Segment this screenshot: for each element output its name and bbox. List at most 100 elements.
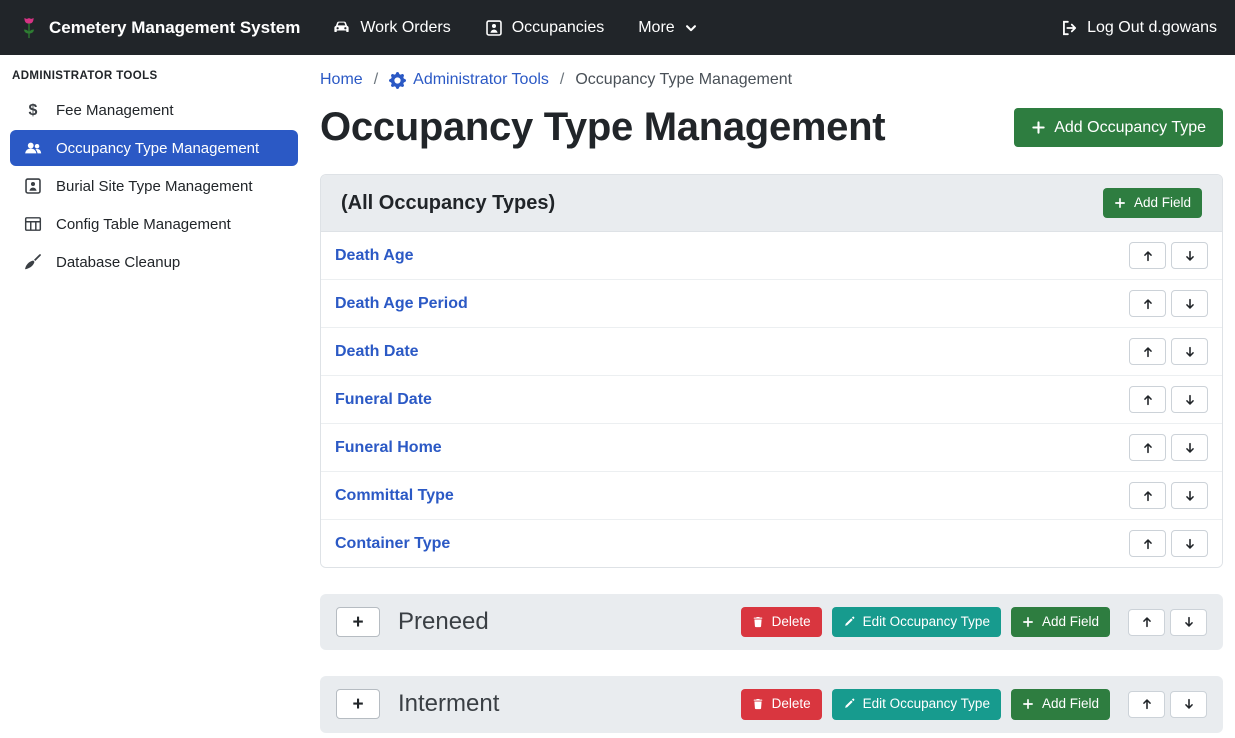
person-frame-icon [23, 177, 43, 195]
field-link[interactable]: Funeral Home [335, 439, 442, 457]
arrow-up-icon [1141, 249, 1155, 263]
pencil-icon [843, 698, 855, 710]
all-types-add-field-button[interactable]: Add Field [1103, 188, 1202, 218]
move-up-button[interactable] [1129, 482, 1166, 509]
expand-button[interactable]: + [336, 607, 380, 637]
plus-icon [1114, 197, 1126, 209]
field-row: Death Date [321, 328, 1222, 376]
arrow-down-icon [1183, 537, 1197, 551]
sidebar-item-config-table-management[interactable]: Config Table Management [10, 206, 298, 242]
delete-button[interactable]: Delete [741, 607, 822, 637]
page-title: Occupancy Type Management [320, 105, 885, 150]
app-brand[interactable]: Cemetery Management System [18, 16, 300, 40]
move-up-button[interactable] [1129, 290, 1166, 317]
field-link[interactable]: Funeral Date [335, 391, 432, 409]
car-icon [332, 18, 351, 37]
nav-item-more[interactable]: More [638, 19, 697, 37]
sidebar-item-fee-management[interactable]: $ Fee Management [10, 93, 298, 128]
breadcrumb-admin-tools-link[interactable]: Administrator Tools [389, 71, 549, 89]
reorder-controls [1129, 242, 1208, 269]
reorder-controls [1129, 434, 1208, 461]
expand-button[interactable]: + [336, 689, 380, 719]
nav-item-occupancies[interactable]: Occupancies [485, 19, 605, 37]
arrow-down-icon [1183, 393, 1197, 407]
move-down-button[interactable] [1171, 242, 1208, 269]
field-row: Container Type [321, 520, 1222, 567]
field-row: Death Age Period [321, 280, 1222, 328]
move-up-button[interactable] [1128, 609, 1165, 636]
logout-button[interactable]: Log Out d.gowans [1060, 19, 1217, 37]
move-down-button[interactable] [1171, 338, 1208, 365]
arrow-down-icon [1183, 441, 1197, 455]
section-title: Preneed [398, 608, 489, 636]
arrow-down-icon [1183, 249, 1197, 263]
move-down-button[interactable] [1171, 482, 1208, 509]
move-down-button[interactable] [1171, 290, 1208, 317]
plus-icon [1022, 616, 1034, 628]
move-down-button[interactable] [1171, 434, 1208, 461]
trash-icon [752, 698, 764, 710]
move-down-button[interactable] [1171, 386, 1208, 413]
move-down-button[interactable] [1170, 609, 1207, 636]
move-up-button[interactable] [1128, 691, 1165, 718]
field-row: Funeral Home [321, 424, 1222, 472]
navbar-links: Work Orders Occupancies More [332, 18, 697, 37]
sidebar-item-burial-site-type-management[interactable]: Burial Site Type Management [10, 168, 298, 204]
arrow-down-icon [1182, 615, 1196, 629]
add-occupancy-type-button[interactable]: Add Occupancy Type [1014, 108, 1223, 147]
field-row: Death Age [321, 232, 1222, 280]
move-up-button[interactable] [1129, 434, 1166, 461]
move-down-button[interactable] [1170, 691, 1207, 718]
nav-item-work-orders[interactable]: Work Orders [332, 18, 450, 37]
field-row: Committal Type [321, 472, 1222, 520]
reorder-controls [1129, 386, 1208, 413]
sidebar-item-label: Config Table Management [56, 216, 231, 233]
move-up-button[interactable] [1129, 338, 1166, 365]
section-actions: Delete Edit Occupancy Type Add Field [741, 689, 1207, 719]
edit-occupancy-type-button[interactable]: Edit Occupancy Type [832, 607, 1001, 637]
trash-icon [752, 616, 764, 628]
reorder-controls [1129, 530, 1208, 557]
field-link[interactable]: Death Age Period [335, 295, 468, 313]
sidebar-item-label: Occupancy Type Management [56, 140, 259, 157]
sidebar-item-occupancy-type-management[interactable]: Occupancy Type Management [10, 130, 298, 166]
arrow-down-icon [1183, 297, 1197, 311]
reorder-controls [1129, 290, 1208, 317]
users-icon [23, 139, 43, 157]
move-up-button[interactable] [1129, 242, 1166, 269]
field-link[interactable]: Container Type [335, 535, 450, 553]
field-link[interactable]: Death Date [335, 343, 419, 361]
add-field-button[interactable]: Add Field [1011, 607, 1110, 637]
breadcrumb-home-link[interactable]: Home [320, 71, 363, 89]
arrow-down-icon [1182, 697, 1196, 711]
add-field-button[interactable]: Add Field [1011, 689, 1110, 719]
title-row: Occupancy Type Management Add Occupancy … [320, 105, 1223, 150]
nav-item-label: Work Orders [360, 19, 450, 37]
all-types-card-title: (All Occupancy Types) [341, 192, 555, 215]
delete-button[interactable]: Delete [741, 689, 822, 719]
arrow-up-icon [1141, 345, 1155, 359]
field-link[interactable]: Committal Type [335, 487, 454, 505]
main-content: Home / Administrator Tools / Occupancy T… [308, 55, 1235, 738]
gear-icon [389, 72, 406, 89]
reorder-controls [1129, 338, 1208, 365]
breadcrumb-separator: / [374, 71, 378, 89]
move-up-button[interactable] [1129, 386, 1166, 413]
logout-label: Log Out d.gowans [1087, 19, 1217, 37]
arrow-down-icon [1183, 345, 1197, 359]
move-up-button[interactable] [1129, 530, 1166, 557]
section-title: Interment [398, 690, 499, 718]
breadcrumb-separator: / [560, 71, 564, 89]
sidebar-item-label: Fee Management [56, 102, 174, 119]
person-frame-icon [485, 19, 503, 37]
arrow-down-icon [1183, 489, 1197, 503]
sidebar-item-database-cleanup[interactable]: Database Cleanup [10, 244, 298, 280]
dollar-icon: $ [23, 103, 43, 119]
plus-icon [1031, 120, 1046, 135]
field-link[interactable]: Death Age [335, 247, 414, 265]
reorder-controls [1129, 482, 1208, 509]
edit-occupancy-type-button[interactable]: Edit Occupancy Type [832, 689, 1001, 719]
move-down-button[interactable] [1171, 530, 1208, 557]
nav-item-label: More [638, 19, 674, 37]
brand-title: Cemetery Management System [49, 18, 300, 38]
